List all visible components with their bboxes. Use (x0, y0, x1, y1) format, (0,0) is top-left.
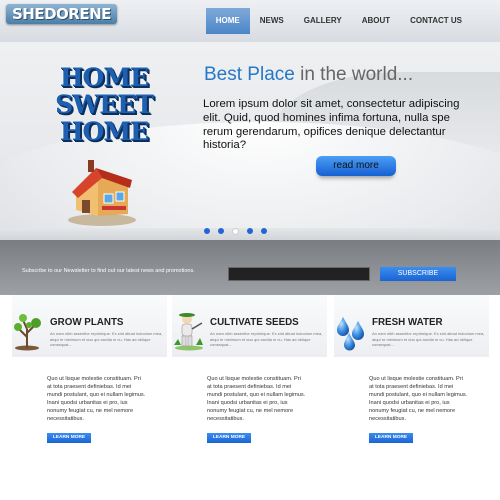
farmer-icon (174, 313, 203, 351)
slider-dot-4[interactable] (247, 228, 253, 234)
slider-dot-1[interactable] (204, 228, 210, 234)
home-line-2: SWEET (55, 90, 154, 119)
features-section: GROW PLANTS An nam nibh assentior reprim… (0, 295, 500, 500)
site-logo[interactable]: SHEDORENE (6, 4, 117, 24)
feature-summary: An nam nibh assentior reprimique. Ex sin… (372, 331, 485, 347)
newsletter-bar: Subscribe to our Newsletter to find out … (0, 240, 500, 295)
hero-banner: HOME SWEET HOME Best Place in the world.… (0, 42, 500, 228)
learn-more-button[interactable]: LEARN MORE (47, 433, 91, 443)
newsletter-text: Subscribe to our Newsletter to find out … (22, 268, 195, 274)
feature-body: Quo ut lisque molestie constituam. Pri a… (47, 376, 146, 422)
nav-contact[interactable]: CONTACT US (400, 8, 472, 34)
hero-body-text: Lorem ipsum dolor sit amet, consectetur … (203, 98, 460, 152)
feature-cultivate-seeds: CULTIVATE SEEDS An nam nibh assentior re… (172, 295, 327, 495)
feature-title: GROW PLANTS (50, 317, 124, 328)
feature-title: CULTIVATE SEEDS (210, 317, 299, 328)
nav-about[interactable]: ABOUT (352, 8, 400, 34)
slider-dot-5[interactable] (261, 228, 267, 234)
feature-title: FRESH WATER (372, 317, 443, 328)
home-line-1: HOME (59, 63, 149, 92)
feature-header: GROW PLANTS An nam nibh assentior reprim… (12, 295, 167, 357)
nav-news[interactable]: NEWS (250, 8, 294, 34)
subscribe-button[interactable]: SUBSCRIBE (380, 267, 456, 281)
feature-header: FRESH WATER An nam nibh assentior reprim… (334, 295, 489, 357)
house-icon (68, 160, 136, 226)
plant-icon (14, 314, 41, 351)
slider-dot-2[interactable] (218, 228, 224, 234)
tagline-main: Best Place (204, 64, 295, 85)
slider-dot-3[interactable] (232, 228, 239, 235)
feature-header: CULTIVATE SEEDS An nam nibh assentior re… (172, 295, 327, 357)
feature-body: Quo ut lisque molestie constituam. Pri a… (369, 376, 468, 422)
learn-more-button[interactable]: LEARN MORE (369, 433, 413, 443)
learn-more-button[interactable]: LEARN MORE (207, 433, 251, 443)
hero-tagline: Best Place in the world... (204, 64, 413, 86)
read-more-button[interactable]: read more (316, 156, 396, 176)
feature-summary: An nam nibh assentior reprimique. Ex sin… (210, 331, 323, 347)
main-nav: HOME NEWS GALLERY ABOUT CONTACT US (205, 8, 472, 34)
newsletter-email-input[interactable] (228, 267, 370, 281)
water-drops-icon (337, 317, 364, 351)
nav-home[interactable]: HOME (205, 8, 250, 34)
feature-fresh-water: FRESH WATER An nam nibh assentior reprim… (334, 295, 489, 495)
tagline-rest: in the world... (294, 64, 414, 85)
slider-dots (204, 228, 267, 235)
nav-gallery[interactable]: GALLERY (294, 8, 352, 34)
home-sweet-home-heading: HOME SWEET HOME (48, 64, 160, 145)
feature-summary: An nam nibh assentior reprimique. Ex sin… (50, 331, 163, 347)
site-header: SHEDORENE HOME NEWS GALLERY ABOUT CONTAC… (0, 0, 500, 42)
feature-body: Quo ut lisque molestie constituam. Pri a… (207, 376, 306, 422)
feature-grow-plants: GROW PLANTS An nam nibh assentior reprim… (12, 295, 167, 495)
home-line-3: HOME (59, 117, 149, 146)
